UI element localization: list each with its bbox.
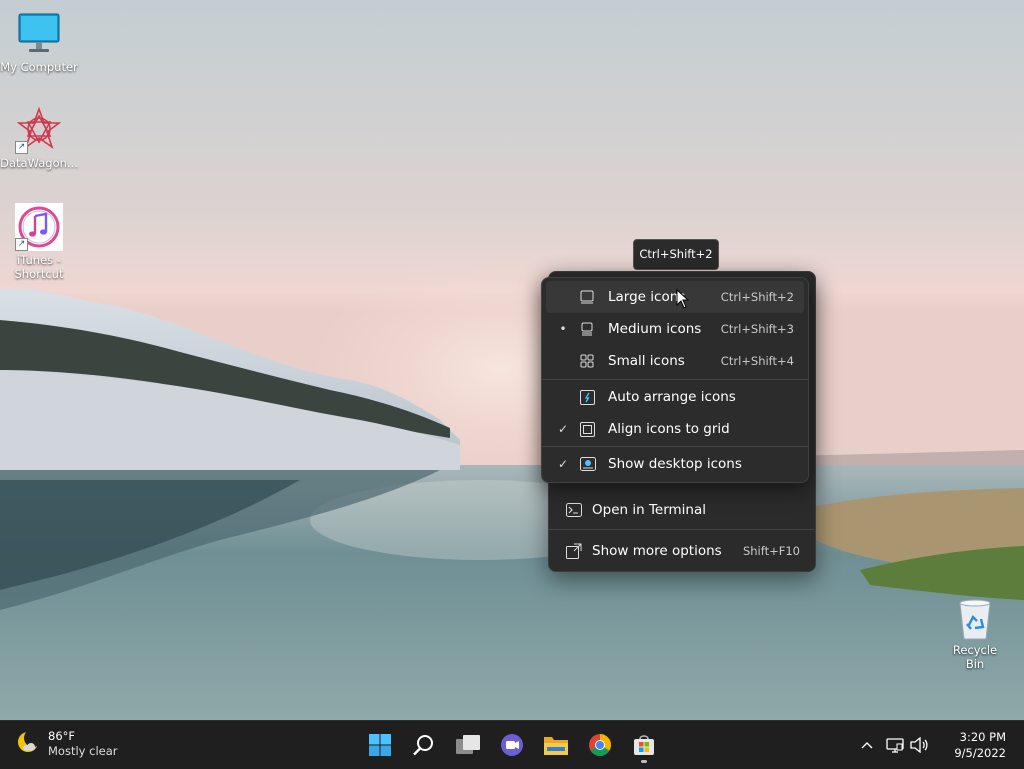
- clock[interactable]: 3:20 PM 9/5/2022: [954, 729, 1006, 761]
- clock-date: 9/5/2022: [954, 746, 1006, 760]
- desktop-icon-recycle-bin[interactable]: Recycle Bin: [942, 597, 1008, 671]
- teams-chat-icon: [501, 734, 523, 756]
- monitor-icon: [15, 10, 63, 58]
- menu-item-auto-arrange-icons[interactable]: Auto arrange icons: [546, 381, 804, 413]
- menu-item-small-icons[interactable]: Small icons Ctrl+Shift+4: [546, 345, 804, 377]
- show-hidden-icons-chevron-up-icon[interactable]: [856, 734, 878, 756]
- show-desktop-icon: [580, 457, 608, 471]
- weather-temperature: 86°F: [48, 729, 75, 743]
- desktop-icon-label: Recycle Bin: [952, 643, 998, 671]
- auto-arrange-icon: [580, 389, 608, 405]
- moon-weather-icon: [16, 729, 42, 758]
- task-view-button[interactable]: [449, 726, 487, 764]
- taskbar: 86°F Mostly clear 3:20 PM 9/5/2022: [0, 720, 1024, 769]
- small-icons-icon: [580, 354, 608, 368]
- menu-item-open-terminal[interactable]: Open in Terminal: [552, 494, 810, 526]
- menu-separator: [542, 379, 808, 380]
- desktop-icon-label: DataWagon...: [0, 156, 78, 170]
- menu-item-medium-icons[interactable]: • Medium icons Ctrl+Shift+3: [546, 313, 804, 345]
- folder-icon: [544, 737, 568, 755]
- chrome-button[interactable]: [581, 726, 619, 764]
- more-options-icon: [566, 543, 592, 559]
- desktop-wallpaper: [0, 0, 1024, 720]
- itunes-icon: ↗: [15, 203, 63, 251]
- shortcut-arrow-icon: ↗: [15, 141, 28, 154]
- desktop-icon-label: My Computer: [0, 60, 78, 74]
- menu-separator: [548, 529, 814, 530]
- menu-item-large-icons[interactable]: Large icons Ctrl+Shift+2: [546, 281, 804, 313]
- volume-icon[interactable]: [908, 734, 930, 756]
- medium-icons-icon: [580, 322, 608, 336]
- clock-time: 3:20 PM: [959, 730, 1006, 744]
- windows-logo-icon: [369, 734, 391, 756]
- datawagon-logo-icon: ↗: [15, 106, 63, 154]
- menu-item-align-icons-to-grid[interactable]: ✓ Align icons to grid: [546, 413, 804, 445]
- desktop-icon-my-computer[interactable]: My Computer: [0, 10, 78, 74]
- network-icon[interactable]: [884, 734, 906, 756]
- align-grid-icon: [580, 421, 608, 437]
- desktop-icon-datawagon[interactable]: ↗ DataWagon...: [0, 106, 78, 170]
- desktop-icon-label: iTunes - Shortcut: [14, 253, 64, 281]
- search-button[interactable]: [405, 726, 443, 764]
- store-bag-icon: [634, 735, 654, 755]
- file-explorer-button[interactable]: [537, 726, 575, 764]
- shortcut-arrow-icon: ↗: [15, 238, 28, 251]
- recycle-bin-icon: [955, 597, 995, 641]
- menu-item-show-more-options[interactable]: Show more options Shift+F10: [552, 535, 810, 567]
- chat-button[interactable]: [493, 726, 531, 764]
- large-icons-icon: [580, 290, 608, 304]
- start-button[interactable]: [361, 726, 399, 764]
- mouse-cursor-icon: [676, 288, 690, 313]
- menu-separator: [542, 446, 808, 447]
- terminal-icon: [566, 503, 592, 517]
- weather-widget[interactable]: 86°F Mostly clear: [16, 729, 117, 759]
- desktop-icon-itunes[interactable]: ↗ iTunes - Shortcut: [0, 203, 78, 281]
- chrome-icon: [589, 734, 611, 756]
- search-icon: [413, 735, 433, 756]
- shortcut-tooltip: Ctrl+Shift+2: [633, 239, 719, 270]
- menu-item-show-desktop-icons[interactable]: ✓ Show desktop icons: [546, 448, 804, 480]
- microsoft-store-button[interactable]: [625, 726, 663, 764]
- system-tray: 3:20 PM 9/5/2022: [824, 721, 1024, 769]
- view-submenu: Large icons Ctrl+Shift+2 • Medium icons …: [541, 277, 809, 483]
- task-view-icon: [456, 735, 480, 754]
- weather-condition: Mostly clear: [48, 744, 118, 758]
